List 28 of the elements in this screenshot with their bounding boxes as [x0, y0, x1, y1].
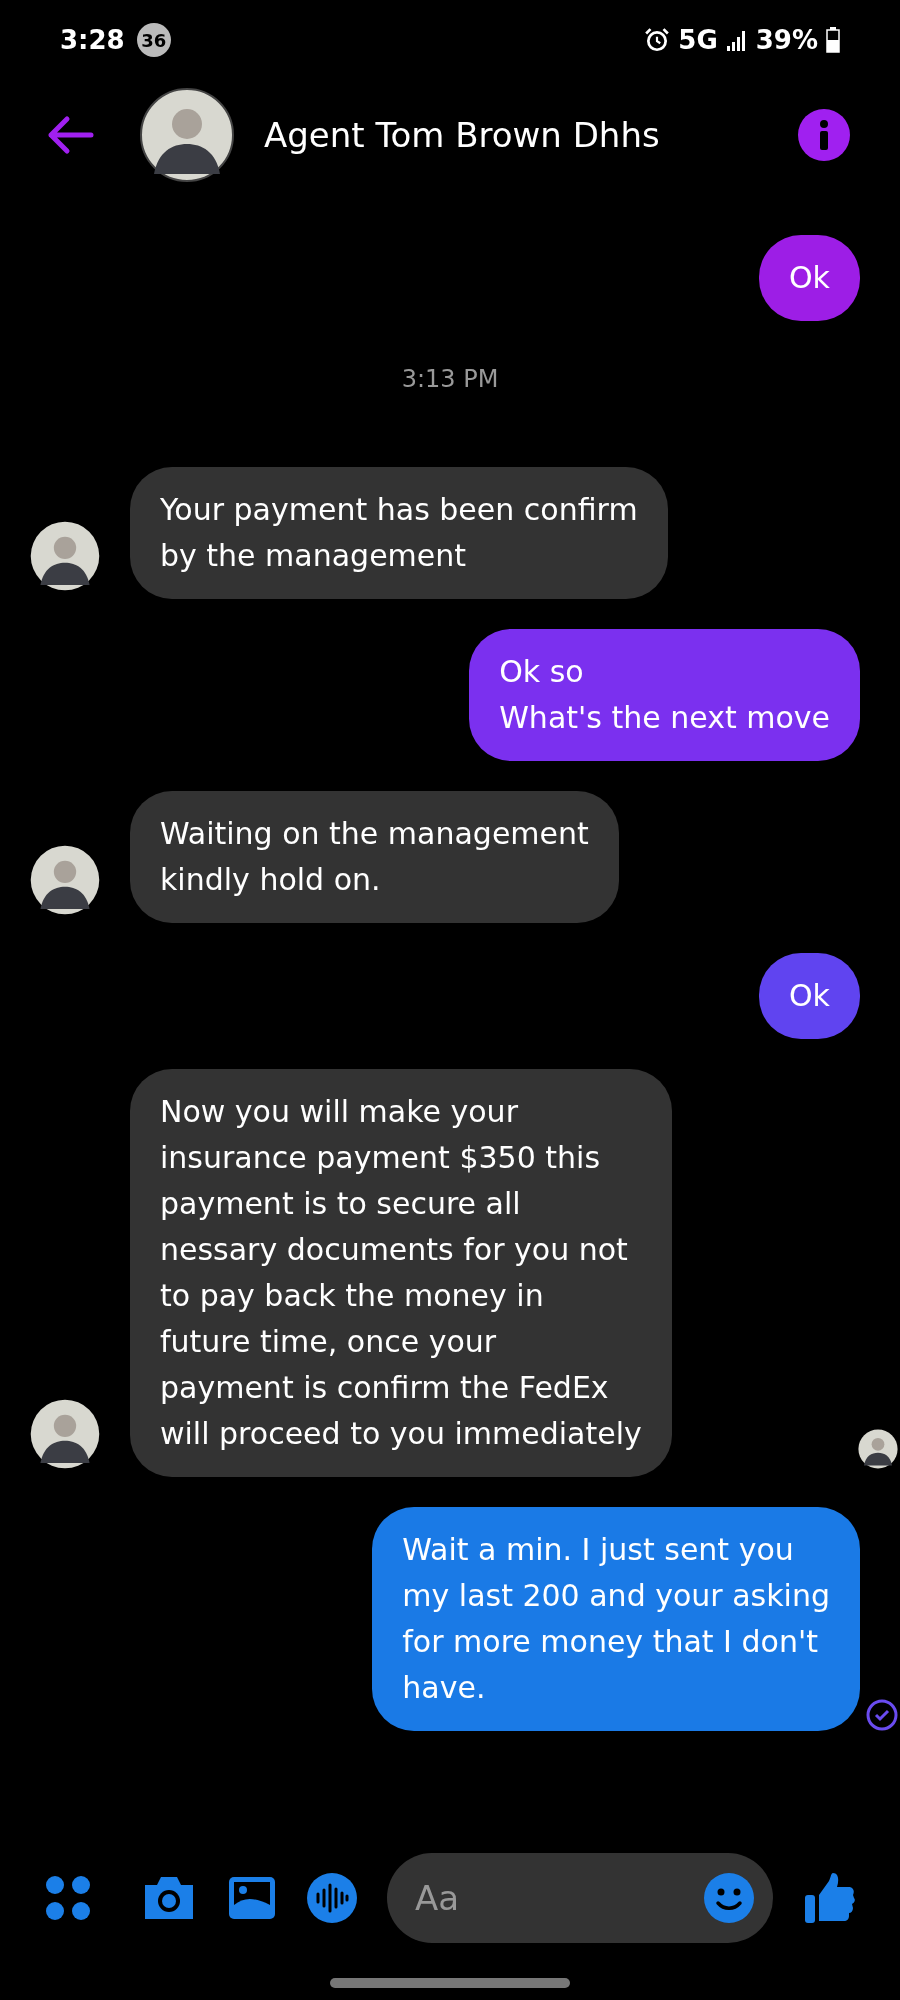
notification-count: 36: [136, 23, 171, 57]
alarm-icon: [644, 27, 671, 53]
message-input[interactable]: Aa: [415, 1872, 703, 1924]
message-bubble: Your payment has been confirm by the management: [130, 467, 668, 599]
message-bubble: Ok: [759, 235, 860, 321]
message-bubble: Waiting on the management kindly hold on.: [130, 791, 619, 923]
thumbs-up-icon[interactable]: [803, 1871, 855, 1925]
message-bubble: Now you will make your insurance payment $350 this payment is to secure all nessary documents for you not to pay back the money in future time, once your payment is confirm the FedEx will proceed to you immediately: [130, 1069, 672, 1477]
status-time: 3:28: [60, 23, 125, 57]
message-bubble: Ok so What's the next move: [469, 629, 860, 761]
avatar: [30, 845, 100, 915]
voice-icon[interactable]: [307, 1873, 357, 1923]
avatar: [30, 521, 100, 591]
timestamp: 3:13 PM: [401, 364, 499, 395]
battery-icon: [826, 27, 840, 53]
message-bubble: Wait a min. I just sent you my last 200 and your asking for more money that I don't have.: [372, 1507, 860, 1731]
apps-icon[interactable]: [45, 1875, 91, 1921]
emoji-icon[interactable]: [703, 1872, 755, 1924]
signal-icon: [725, 28, 748, 52]
info-icon[interactable]: [798, 109, 850, 161]
avatar[interactable]: [140, 88, 234, 182]
battery-percent: 39%: [755, 23, 818, 57]
avatar: [30, 1399, 100, 1469]
contact-name: Agent Tom Brown Dhhs: [264, 113, 660, 157]
network-label: 5G: [678, 23, 718, 57]
gallery-icon[interactable]: [227, 1875, 277, 1921]
message-bubble: Ok: [759, 953, 860, 1039]
message-field[interactable]: Aa: [387, 1853, 773, 1943]
